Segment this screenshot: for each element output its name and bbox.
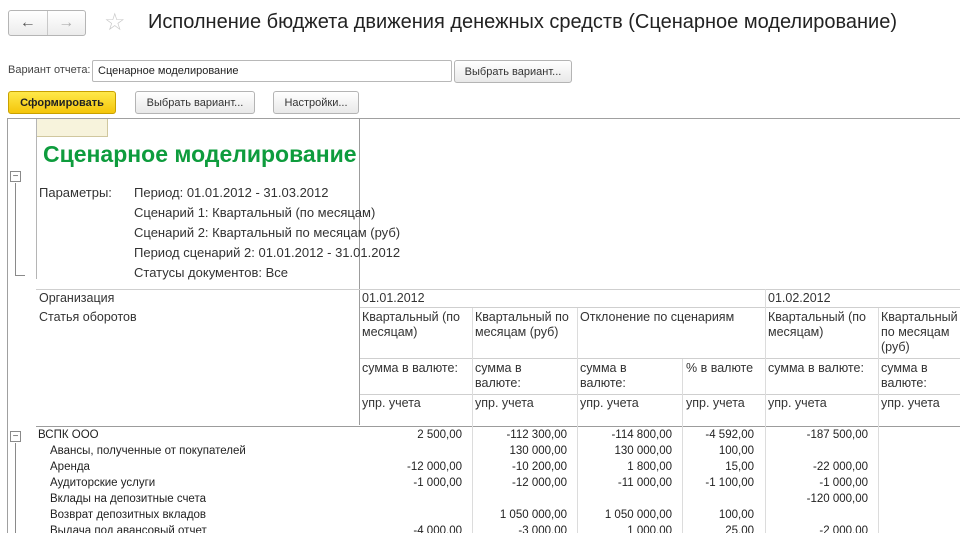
row-value-cell: -1 000,00 — [413, 477, 462, 489]
forward-arrow-icon[interactable]: → — [46, 11, 86, 35]
row-value-cell: -120 000,00 — [806, 493, 868, 505]
generate-button[interactable]: Сформировать — [8, 91, 116, 114]
table-row[interactable]: Выдача под авансовый отчет -4 000,00 -3 00… — [36, 524, 960, 533]
active-cell[interactable] — [36, 119, 108, 137]
param-statuses: Статусы документов: Все — [134, 265, 288, 280]
window-title: Исполнение бюджета движения денежных сре… — [148, 11, 898, 33]
table-row[interactable]: Возврат депозитных вкладов 1 050 000,00 1 … — [36, 508, 960, 524]
row-value-cell: 2 500,00 — [417, 429, 462, 441]
mgmt-header-4: упр. учета — [686, 396, 745, 410]
row-article-name: Вклады на депозитные счета — [50, 493, 206, 505]
param-scenario-1: Сценарий 1: Квартальный (по месяцам) — [134, 205, 376, 220]
back-arrow-icon[interactable]: ← — [9, 11, 47, 35]
variant-label: Вариант отчета: — [8, 64, 91, 76]
row-article-name: Возврат депозитных вкладов — [50, 509, 207, 521]
date-2-header: 01.02.2012 — [768, 291, 831, 305]
param-period: Период: 01.01.2012 - 31.03.2012 — [134, 185, 329, 200]
title-bar: ← → ☆ Исполнение бюджета движения денежн… — [0, 0, 960, 50]
mgmt-header-6: упр. учета — [881, 396, 940, 410]
scenario-2b-header: Квартальный по месяцам (руб) — [881, 310, 958, 354]
row-value-cell: -12 000,00 — [407, 461, 462, 473]
row-value-cell: 1 800,00 — [627, 461, 672, 473]
date-1-header: 01.01.2012 — [362, 291, 425, 305]
choose-variant-top-button[interactable]: Выбрать вариант... — [454, 60, 572, 83]
mgmt-header-5: упр. учета — [768, 396, 827, 410]
table-row[interactable]: Авансы, полученные от покупателей 130 000… — [36, 444, 960, 460]
group-gutter: − − — [8, 119, 30, 533]
report-variant-row: Вариант отчета: Сценарное моделирование … — [8, 60, 608, 83]
table-row[interactable]: ВСПК ООО 2 500,00 -112 300,00 -114 800,00 -4… — [36, 428, 960, 444]
mgmt-header-1: упр. учета — [362, 396, 421, 410]
row-article-name: Выдача под авансовый отчет — [50, 525, 207, 533]
sum-header-2: сумма в валюте: — [475, 361, 522, 390]
header-line — [360, 307, 960, 308]
collapse-header-icon[interactable]: − — [10, 171, 21, 182]
article-header: Статья оборотов — [39, 310, 137, 324]
deviation-header: Отклонение по сценариям — [580, 310, 735, 324]
frozen-column-border — [359, 119, 360, 425]
mgmt-header-3: упр. учета — [580, 396, 639, 410]
row-value-cell: -4 592,00 — [705, 429, 754, 441]
table-row[interactable]: Аудиторские услуги -1 000,00 -12 000,00 -11… — [36, 476, 960, 492]
scenario-2-header: Квартальный по месяцам (руб) — [475, 310, 569, 339]
group-line — [15, 183, 16, 275]
row-value-cell: -2 000,00 — [819, 525, 868, 533]
group-line — [15, 275, 25, 276]
row-value-cell: -4 000,00 — [413, 525, 462, 533]
sum-header-1: сумма в валюте: — [362, 361, 458, 375]
report-spreadsheet[interactable]: − − Сценарное моделирование Параметры: П… — [7, 118, 960, 533]
table-row[interactable]: Вклады на депозитные счета -120 000,00 — [36, 492, 960, 508]
choose-variant-button[interactable]: Выбрать вариант... — [135, 91, 255, 114]
row-article-name: Авансы, полученные от покупателей — [50, 445, 246, 457]
row-value-cell: -11 000,00 — [617, 477, 672, 489]
mgmt-header-2: упр. учета — [475, 396, 534, 410]
scenario-1b-header: Квартальный (по месяцам) — [768, 310, 866, 339]
settings-button[interactable]: Настройки... — [273, 91, 359, 114]
param-scenario-2: Сценарий 2: Квартальный по месяцам (руб) — [134, 225, 401, 240]
row-value-cell: -3 000,00 — [518, 525, 567, 533]
collapse-org-icon[interactable]: − — [10, 431, 21, 442]
row-value-cell: -1 100,00 — [705, 477, 754, 489]
pct-header: % в валюте — [686, 361, 754, 375]
row-value-cell: 1 000,00 — [627, 525, 672, 533]
table-row[interactable]: Аренда -12 000,00 -10 200,00 1 800,00 15,00 -… — [36, 460, 960, 476]
row-value-cell: -112 300,00 — [506, 429, 567, 441]
org-header: Организация — [39, 291, 115, 305]
scenario-1-header: Квартальный (по месяцам) — [362, 310, 460, 339]
row-value-cell: 100,00 — [718, 445, 754, 457]
row-value-cell: -1 000,00 — [819, 477, 868, 489]
param-period-2: Период сценарий 2: 01.01.2012 - 31.01.20… — [134, 245, 401, 260]
row-value-cell: -187 500,00 — [806, 429, 868, 441]
sum-header-3: сумма в валюте: — [580, 361, 627, 390]
row-value-cell: -22 000,00 — [813, 461, 868, 473]
row-value-cell: 25,00 — [725, 525, 754, 533]
row-value-cell: -114 800,00 — [611, 429, 672, 441]
header-line — [360, 358, 960, 359]
group-line — [15, 443, 16, 533]
row-value-cell: 1 050 000,00 — [604, 509, 672, 521]
row-value-cell: 130 000,00 — [614, 445, 672, 457]
sum-header-5: сумма в валюте: — [881, 361, 928, 390]
nav-buttons: ← → — [8, 10, 86, 36]
row-value-cell: 100,00 — [718, 509, 754, 521]
row-value-cell: -10 200,00 — [512, 461, 567, 473]
header-bottom-line — [36, 426, 960, 427]
report-title: Сценарное моделирование — [43, 141, 357, 167]
column-border — [36, 119, 37, 279]
star-icon[interactable]: ☆ — [104, 9, 126, 37]
row-article-name: Аудиторские услуги — [50, 477, 156, 489]
row-article-name: Аренда — [50, 461, 90, 473]
row-value-cell: 15,00 — [725, 461, 754, 473]
parameters-label: Параметры: — [39, 185, 112, 200]
variant-input[interactable]: Сценарное моделирование — [92, 60, 452, 82]
row-value-cell: -12 000,00 — [512, 477, 567, 489]
row-value-cell: 1 050 000,00 — [499, 509, 567, 521]
row-article-name: ВСПК ООО — [38, 429, 99, 441]
row-value-cell: 130 000,00 — [509, 445, 567, 457]
sum-header-4: сумма в валюте: — [768, 361, 864, 375]
